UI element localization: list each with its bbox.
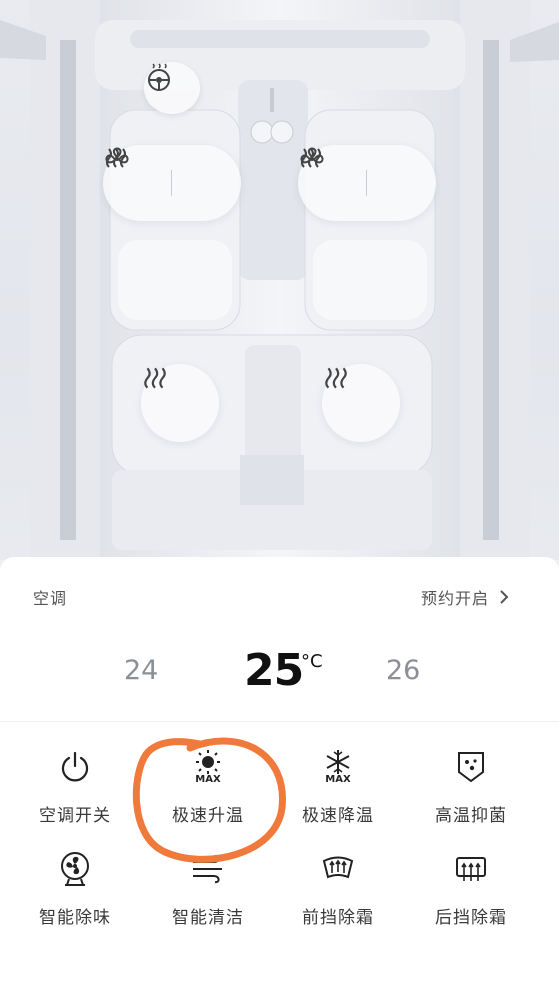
function-label: 后挡除霜 — [435, 908, 507, 928]
front-right-seat-controls — [298, 145, 436, 221]
front-defrost-button[interactable]: 前挡除霜 — [273, 843, 403, 939]
max-badge: MAX — [195, 774, 221, 785]
schedule-button[interactable]: 预约开启 — [421, 585, 509, 609]
ac-power-button[interactable]: 空调开关 — [10, 741, 140, 837]
snowflake-max-icon — [326, 750, 350, 774]
temp-higher-option[interactable]: 26 — [386, 655, 420, 686]
climate-panel: 空调 预约开启 24 25 °C 26 空调开关 MAX 极速升温 MAX 极速… — [0, 557, 559, 983]
deodorize-button[interactable]: 智能除味 — [10, 843, 140, 939]
function-label: 极速降温 — [302, 806, 374, 826]
rear-left-seat-heat-button[interactable] — [141, 364, 219, 442]
seat-heat-icon — [144, 367, 166, 389]
chevron-right-icon — [500, 590, 509, 604]
rear-defrost-button[interactable]: 后挡除霜 — [406, 843, 536, 939]
steering-wheel-heat-button[interactable] — [144, 62, 200, 114]
smart-clean-button[interactable]: 智能清洁 — [143, 843, 273, 939]
shield-sterilize-icon — [458, 752, 484, 783]
temp-lower-option[interactable]: 24 — [124, 655, 158, 686]
climate-header: 空调 预约开启 — [33, 585, 509, 609]
temp-current: 25 — [244, 645, 304, 696]
seat-ventilation-icon[interactable] — [300, 147, 424, 199]
sun-max-icon — [196, 750, 220, 774]
power-icon — [61, 751, 89, 782]
divider — [0, 721, 559, 722]
car-illustration — [0, 0, 559, 560]
function-label: 智能清洁 — [172, 908, 244, 928]
rapid-heat-button[interactable]: MAX 极速升温 — [143, 741, 273, 837]
climate-functions-grid: 空调开关 MAX 极速升温 MAX 极速降温 高温抑菌 智能除味 智能清洁 前挡… — [0, 735, 559, 975]
front-left-seat-controls — [103, 145, 241, 221]
temperature-selector[interactable]: 24 25 °C 26 — [0, 643, 559, 703]
function-label: 空调开关 — [39, 806, 111, 826]
divider — [171, 170, 173, 196]
seat-heat-icon — [325, 367, 347, 389]
fan-icon — [61, 852, 89, 886]
rear-right-seat-heat-button[interactable] — [322, 364, 400, 442]
temp-unit: °C — [301, 651, 323, 672]
rear-defrost-icon — [456, 857, 486, 881]
function-label: 前挡除霜 — [302, 908, 374, 928]
function-label: 智能除味 — [39, 908, 111, 928]
car-top-view — [0, 0, 559, 560]
seat-ventilation-icon[interactable] — [105, 147, 229, 199]
steering-wheel-heat-icon — [148, 63, 170, 91]
front-defrost-icon — [322, 856, 354, 879]
schedule-label: 预约开启 — [420, 589, 489, 608]
rapid-cool-button[interactable]: MAX 极速降温 — [273, 741, 403, 837]
wind-icon — [193, 854, 222, 884]
max-badge: MAX — [325, 774, 351, 785]
climate-title: 空调 — [33, 589, 68, 608]
function-label: 极速升温 — [172, 806, 244, 826]
divider — [366, 170, 368, 196]
function-label: 高温抑菌 — [435, 806, 507, 826]
sterilize-button[interactable]: 高温抑菌 — [406, 741, 536, 837]
